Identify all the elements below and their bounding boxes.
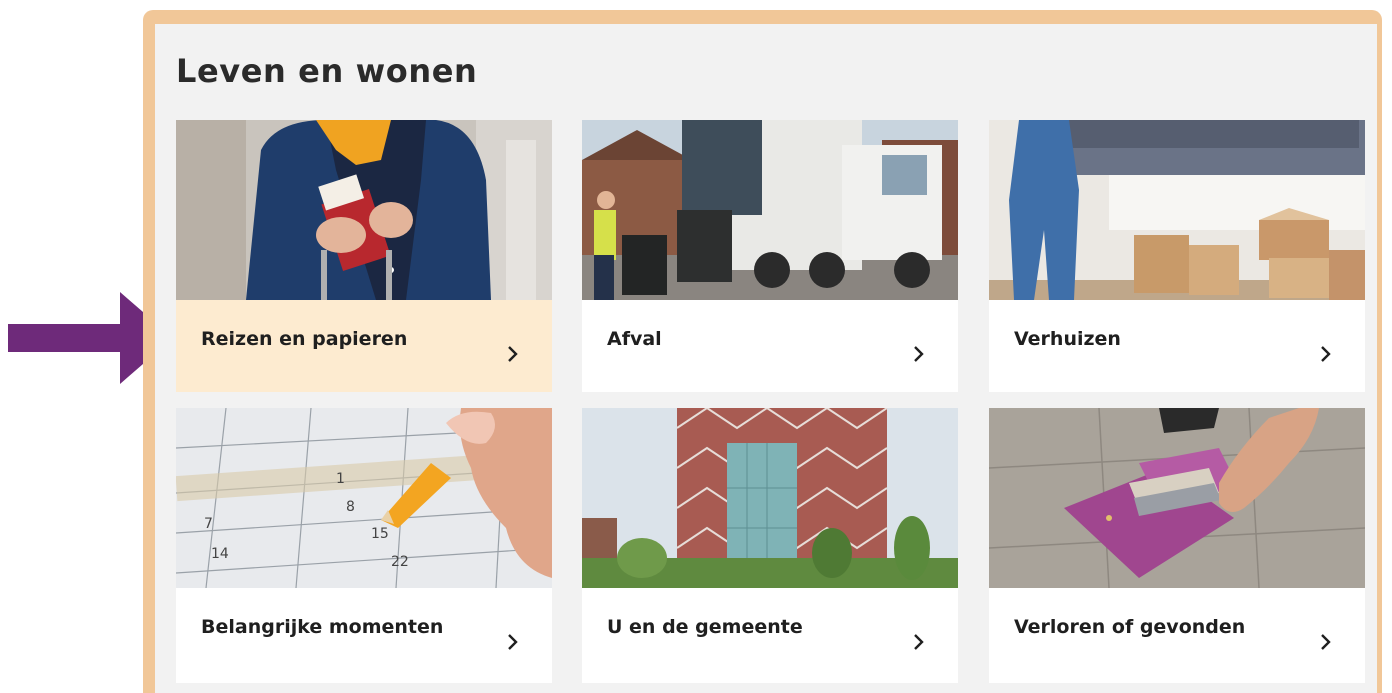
calendar-pencil-image: 1 8 15 22 7 14 (176, 408, 552, 588)
card-body: Verloren of gevonden (989, 588, 1365, 683)
calendar-number: 8 (346, 499, 355, 515)
chevron-right-icon (508, 346, 518, 362)
card-belangrijke-momenten[interactable]: 1 8 15 22 7 14 Belangrijke momenten (176, 408, 552, 683)
card-body: Belangrijke momenten (176, 588, 552, 683)
card-label: Verloren of gevonden (1014, 616, 1246, 638)
card-body: Afval (582, 300, 958, 392)
section-title: Leven en wonen (176, 52, 478, 90)
calendar-number: 14 (211, 546, 229, 562)
card-afval[interactable]: Afval (582, 120, 958, 392)
chevron-right-icon (1321, 634, 1331, 650)
card-body: Reizen en papieren (176, 300, 552, 392)
card-reizen-en-papieren[interactable]: Reizen en papieren (176, 120, 552, 392)
card-label: U en de gemeente (607, 616, 803, 638)
calendar-number: 15 (371, 526, 389, 542)
card-label: Belangrijke momenten (201, 616, 444, 638)
card-body: U en de gemeente (582, 588, 958, 683)
card-label: Afval (607, 328, 662, 350)
chevron-right-icon (508, 634, 518, 650)
card-body: Verhuizen (989, 300, 1365, 392)
card-verloren-of-gevonden[interactable]: Verloren of gevonden (989, 408, 1365, 683)
calendar-number: 7 (204, 516, 213, 532)
garbage-truck-image (582, 120, 958, 300)
chevron-right-icon (914, 346, 924, 362)
chevron-right-icon (914, 634, 924, 650)
card-verhuizen[interactable]: Verhuizen (989, 120, 1365, 392)
calendar-number: 1 (336, 471, 345, 487)
lost-wallet-image (989, 408, 1365, 588)
calendar-number: 22 (391, 554, 409, 570)
card-label: Verhuizen (1014, 328, 1121, 350)
chevron-right-icon (1321, 346, 1331, 362)
traveler-passport-image (176, 120, 552, 300)
card-u-en-de-gemeente[interactable]: U en de gemeente (582, 408, 958, 683)
city-hall-building-image (582, 408, 958, 588)
card-label: Reizen en papieren (201, 328, 408, 350)
moving-boxes-image (989, 120, 1365, 300)
